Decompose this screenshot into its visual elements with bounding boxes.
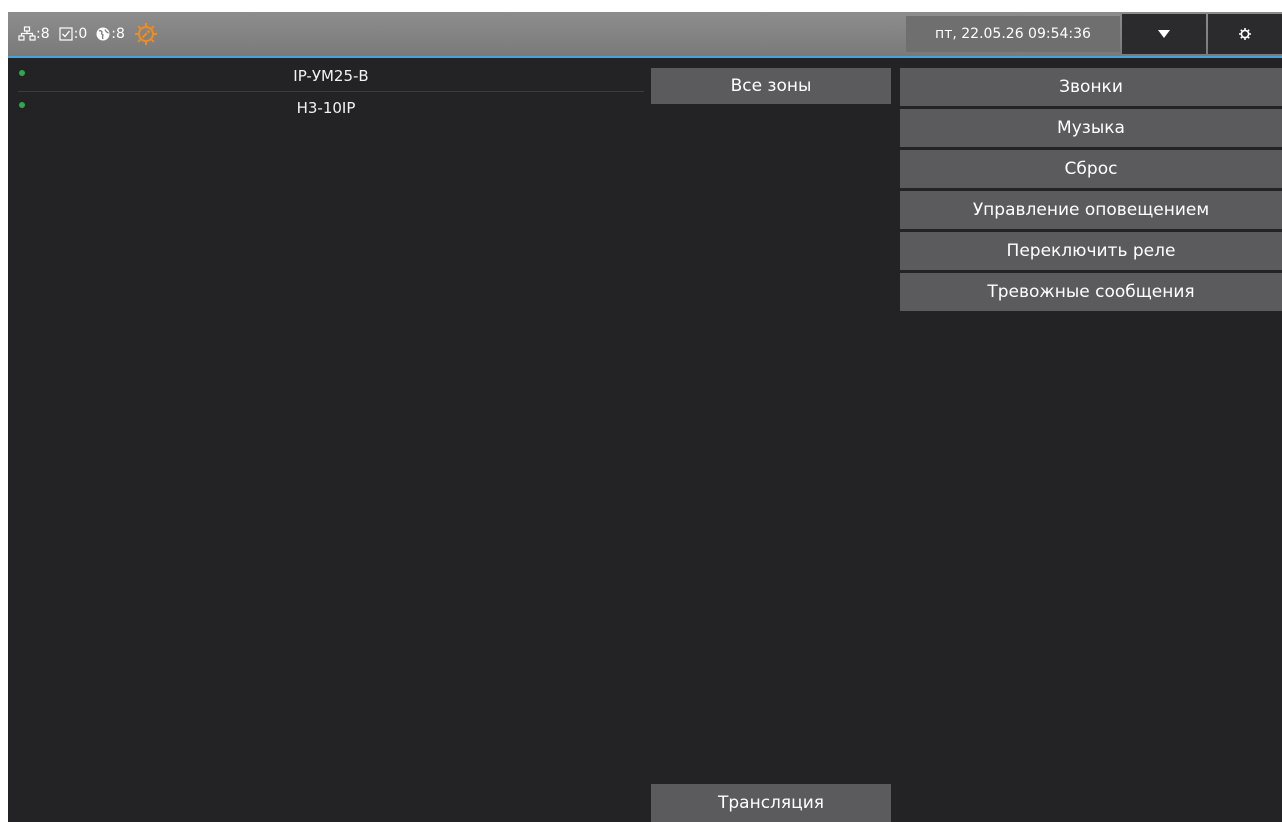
datetime-display: пт, 22.05.26 09:54:36: [906, 16, 1120, 52]
reset-button[interactable]: Сброс: [900, 150, 1282, 188]
checkbox-icon: [59, 27, 73, 41]
list-item[interactable]: IP-УМ25-В: [18, 60, 644, 92]
broadcast-button[interactable]: Трансляция: [651, 784, 891, 822]
network-status[interactable]: :8: [18, 26, 50, 42]
action-buttons: Звонки Музыка Сброс Управление оповещени…: [900, 68, 1282, 314]
service-gear-icon: [134, 23, 157, 45]
device-name: Н3-10IP: [296, 99, 356, 117]
status-indicators: :8 :0 :8: [18, 12, 159, 56]
all-zones-button[interactable]: Все зоны: [651, 68, 891, 104]
switch-relay-button[interactable]: Переключить реле: [900, 232, 1282, 270]
dropdown-button[interactable]: [1122, 14, 1206, 54]
globe-count: :8: [111, 26, 125, 42]
globe-icon: [96, 27, 110, 41]
gear-icon: [1239, 28, 1251, 40]
device-list: IP-УМ25-В Н3-10IP: [8, 60, 644, 124]
music-button[interactable]: Музыка: [900, 109, 1282, 147]
check-count: :0: [73, 26, 88, 42]
alarm-messages-button[interactable]: Тревожные сообщения: [900, 273, 1282, 311]
service-status[interactable]: [133, 21, 159, 47]
device-name: IP-УМ25-В: [293, 66, 369, 85]
topbar-accent-line: [8, 56, 1282, 58]
top-bar: :8 :0 :8 пт, 22.05.26 09:54:36: [8, 12, 1282, 56]
globe-status[interactable]: :8: [95, 26, 125, 42]
check-status[interactable]: :0: [58, 26, 88, 42]
chevron-down-icon: [1158, 30, 1170, 38]
list-item[interactable]: Н3-10IP: [8, 92, 644, 124]
online-status-icon: [19, 70, 25, 76]
app-screen: :8 :0 :8 пт, 22.05.26 09:54:36 IP-УМ25-В…: [8, 12, 1282, 822]
calls-button[interactable]: Звонки: [900, 68, 1282, 106]
alert-control-button[interactable]: Управление оповещением: [900, 191, 1282, 229]
online-status-icon: [19, 102, 25, 108]
network-count: :8: [36, 26, 50, 42]
network-icon: [18, 26, 36, 41]
settings-button[interactable]: [1208, 14, 1282, 54]
